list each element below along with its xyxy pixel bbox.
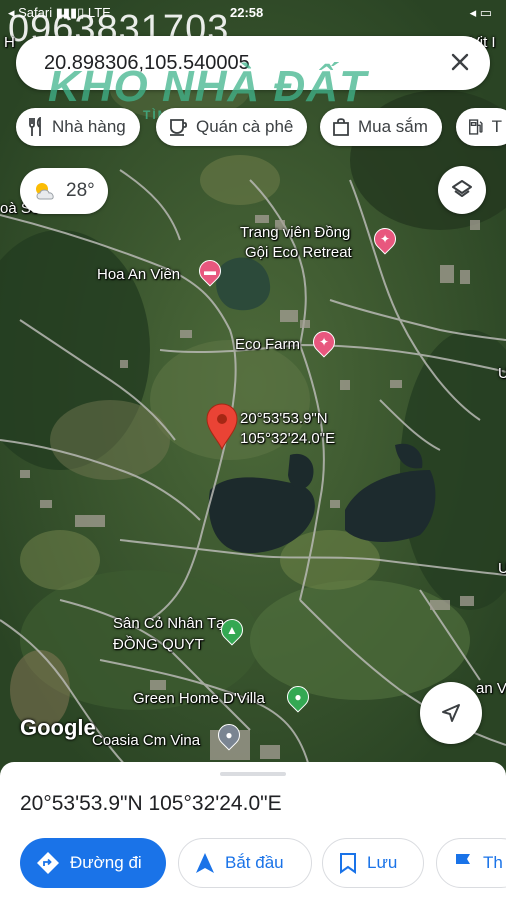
weather-temp: 28° [66, 180, 95, 201]
chip-shopping[interactable]: Mua sắm [320, 108, 442, 146]
poi-label-trang-vien-line1[interactable]: Trang viên Đồng [240, 224, 350, 241]
my-location-button[interactable] [420, 682, 482, 744]
poi-label-san-co-line1[interactable]: Sân Cỏ Nhân Tạo [113, 615, 233, 632]
place-bottom-sheet[interactable]: 20°53'53.9"N 105°32'24.0"E Đường đi Bắt … [0, 762, 506, 900]
directions-button[interactable]: Đường đi [20, 838, 166, 888]
place-icon: ● [225, 728, 233, 742]
hiking-icon: ✦ [379, 232, 391, 246]
status-carrier: ◂ Safari ▮▮▮▯ LTE [8, 5, 111, 20]
map-label-right-edge-2: U [498, 560, 506, 577]
poi-label-hoa-an-vien[interactable]: Hoa An Viên [97, 266, 180, 283]
share-button[interactable]: Th [436, 838, 506, 888]
start-button[interactable]: Bắt đầu [178, 838, 312, 888]
shopping-bag-icon [333, 118, 349, 136]
navigation-arrow-icon [196, 853, 214, 873]
layers-icon [452, 180, 472, 197]
poi-label-coasia[interactable]: Coasia Cm Vina [92, 732, 200, 749]
drag-handle[interactable] [220, 772, 286, 776]
weather-chip[interactable]: 28° [20, 168, 108, 214]
poi-label-trang-vien-line2[interactable]: Gội Eco Retreat [245, 244, 352, 261]
tree-icon: ▲ [226, 623, 238, 637]
dropped-pin-icon[interactable] [204, 402, 240, 450]
share-label: Th [483, 853, 503, 872]
gas-station-icon [469, 119, 483, 135]
restaurant-icon [29, 117, 41, 136]
save-label: Lưu [367, 853, 398, 872]
hotel-bed-icon: ▬ [204, 264, 216, 278]
status-bar: ◂ Safari ▮▮▮▯ LTE 22:58 ◂ ▭ [0, 0, 506, 26]
partly-cloudy-icon [36, 183, 54, 200]
watermark-logo-text: KHO NHÀ ĐẤT [48, 62, 367, 111]
place-icon: ● [294, 690, 302, 704]
close-icon[interactable] [448, 50, 472, 74]
coffee-icon [170, 119, 188, 136]
directions-icon [37, 852, 59, 874]
navigation-arrow-icon [442, 704, 460, 722]
flag-icon [456, 854, 470, 873]
google-logo: Google [20, 715, 96, 740]
chip-coffee[interactable]: Quán cà phê [156, 108, 308, 146]
watermark-logo: KHO NHÀ ĐẤT TÌM LÀ THẤY [48, 62, 367, 122]
directions-label: Đường đi [70, 853, 142, 872]
place-coordinates: 20°53'53.9"N 105°32'24.0"E [20, 792, 282, 815]
map-label-top-left: H [4, 34, 15, 51]
bookmark-icon [340, 853, 356, 874]
map-label-right-edge-1: U [498, 365, 506, 382]
save-button[interactable]: Lưu [322, 838, 424, 888]
poi-label-green-home[interactable]: Green Home D'Villa [133, 690, 265, 707]
chip-label: Quán cà phê [196, 117, 294, 136]
start-label: Bắt đầu [225, 853, 284, 872]
hiking-icon: ✦ [318, 335, 330, 349]
chip-gas[interactable]: T [456, 108, 506, 146]
status-battery: ◂ ▭ [469, 5, 492, 20]
chip-label: Mua sắm [358, 117, 428, 136]
status-time: 22:58 [230, 5, 264, 20]
layers-button[interactable] [438, 166, 486, 214]
pin-label-lng: 105°32'24.0"E [240, 430, 336, 447]
pin-label-lat: 20°53'53.9"N [240, 410, 328, 427]
chip-label: Nhà hàng [52, 117, 126, 136]
chip-label: T [491, 117, 502, 136]
map-label-right-edge-3: an V [476, 680, 506, 697]
poi-label-eco-farm[interactable]: Eco Farm [235, 336, 300, 353]
poi-label-san-co-line2[interactable]: ĐỒNG QUYT [113, 636, 204, 653]
chip-restaurants[interactable]: Nhà hàng [16, 108, 140, 146]
